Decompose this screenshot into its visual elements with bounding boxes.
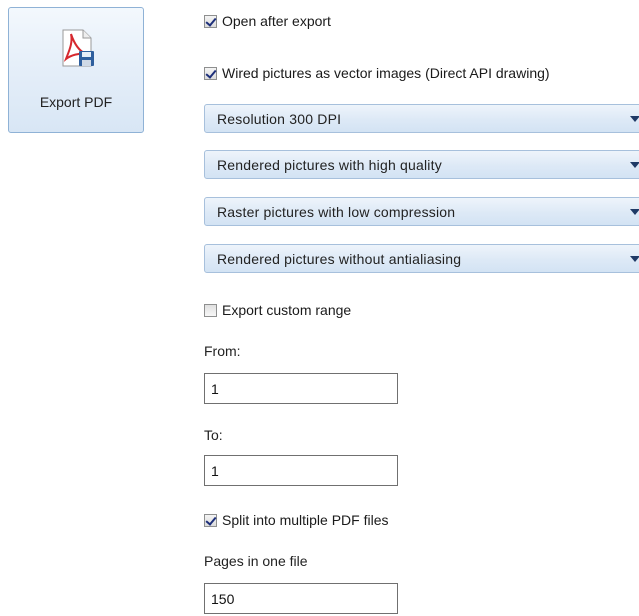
antialiasing-value: Rendered pictures without antialiasing bbox=[217, 251, 462, 267]
to-label: To: bbox=[204, 427, 223, 443]
pdf-save-icon bbox=[62, 29, 94, 67]
raster-compression-value: Raster pictures with low compression bbox=[217, 204, 456, 220]
export-custom-range-label: Export custom range bbox=[222, 302, 352, 318]
export-pdf-button[interactable]: Export PDF bbox=[8, 7, 144, 133]
export-pdf-label: Export PDF bbox=[39, 94, 113, 110]
open-after-export-option[interactable]: Open after export bbox=[204, 10, 331, 32]
rendered-quality-dropdown[interactable]: Rendered pictures with high quality bbox=[204, 150, 639, 179]
chevron-down-icon bbox=[630, 256, 639, 262]
export-pdf-panel: Export PDF Open after export Wired pictu… bbox=[0, 0, 639, 616]
pages-in-one-file-input[interactable] bbox=[204, 583, 398, 614]
resolution-dropdown[interactable]: Resolution 300 DPI bbox=[204, 104, 639, 133]
resolution-value: Resolution 300 DPI bbox=[217, 111, 342, 127]
from-label: From: bbox=[204, 343, 241, 359]
pages-in-one-file-label: Pages in one file bbox=[204, 553, 308, 569]
chevron-down-icon bbox=[630, 162, 639, 168]
split-files-option[interactable]: Split into multiple PDF files bbox=[204, 509, 389, 531]
antialiasing-dropdown[interactable]: Rendered pictures without antialiasing bbox=[204, 244, 639, 273]
export-custom-range-option[interactable]: Export custom range bbox=[204, 299, 351, 321]
wired-pictures-checkbox[interactable] bbox=[204, 66, 217, 80]
raster-compression-dropdown[interactable]: Raster pictures with low compression bbox=[204, 197, 639, 226]
open-after-export-checkbox[interactable] bbox=[204, 14, 217, 28]
open-after-export-label: Open after export bbox=[222, 13, 331, 29]
split-files-checkbox[interactable] bbox=[204, 513, 217, 527]
wired-pictures-option[interactable]: Wired pictures as vector images (Direct … bbox=[204, 62, 550, 84]
from-input[interactable] bbox=[204, 373, 398, 404]
chevron-down-icon bbox=[630, 209, 639, 215]
wired-pictures-label: Wired pictures as vector images (Direct … bbox=[222, 65, 550, 81]
export-custom-range-checkbox[interactable] bbox=[204, 303, 217, 317]
chevron-down-icon bbox=[630, 116, 639, 122]
to-input[interactable] bbox=[204, 455, 398, 486]
split-files-label: Split into multiple PDF files bbox=[222, 512, 389, 528]
rendered-quality-value: Rendered pictures with high quality bbox=[217, 157, 442, 173]
